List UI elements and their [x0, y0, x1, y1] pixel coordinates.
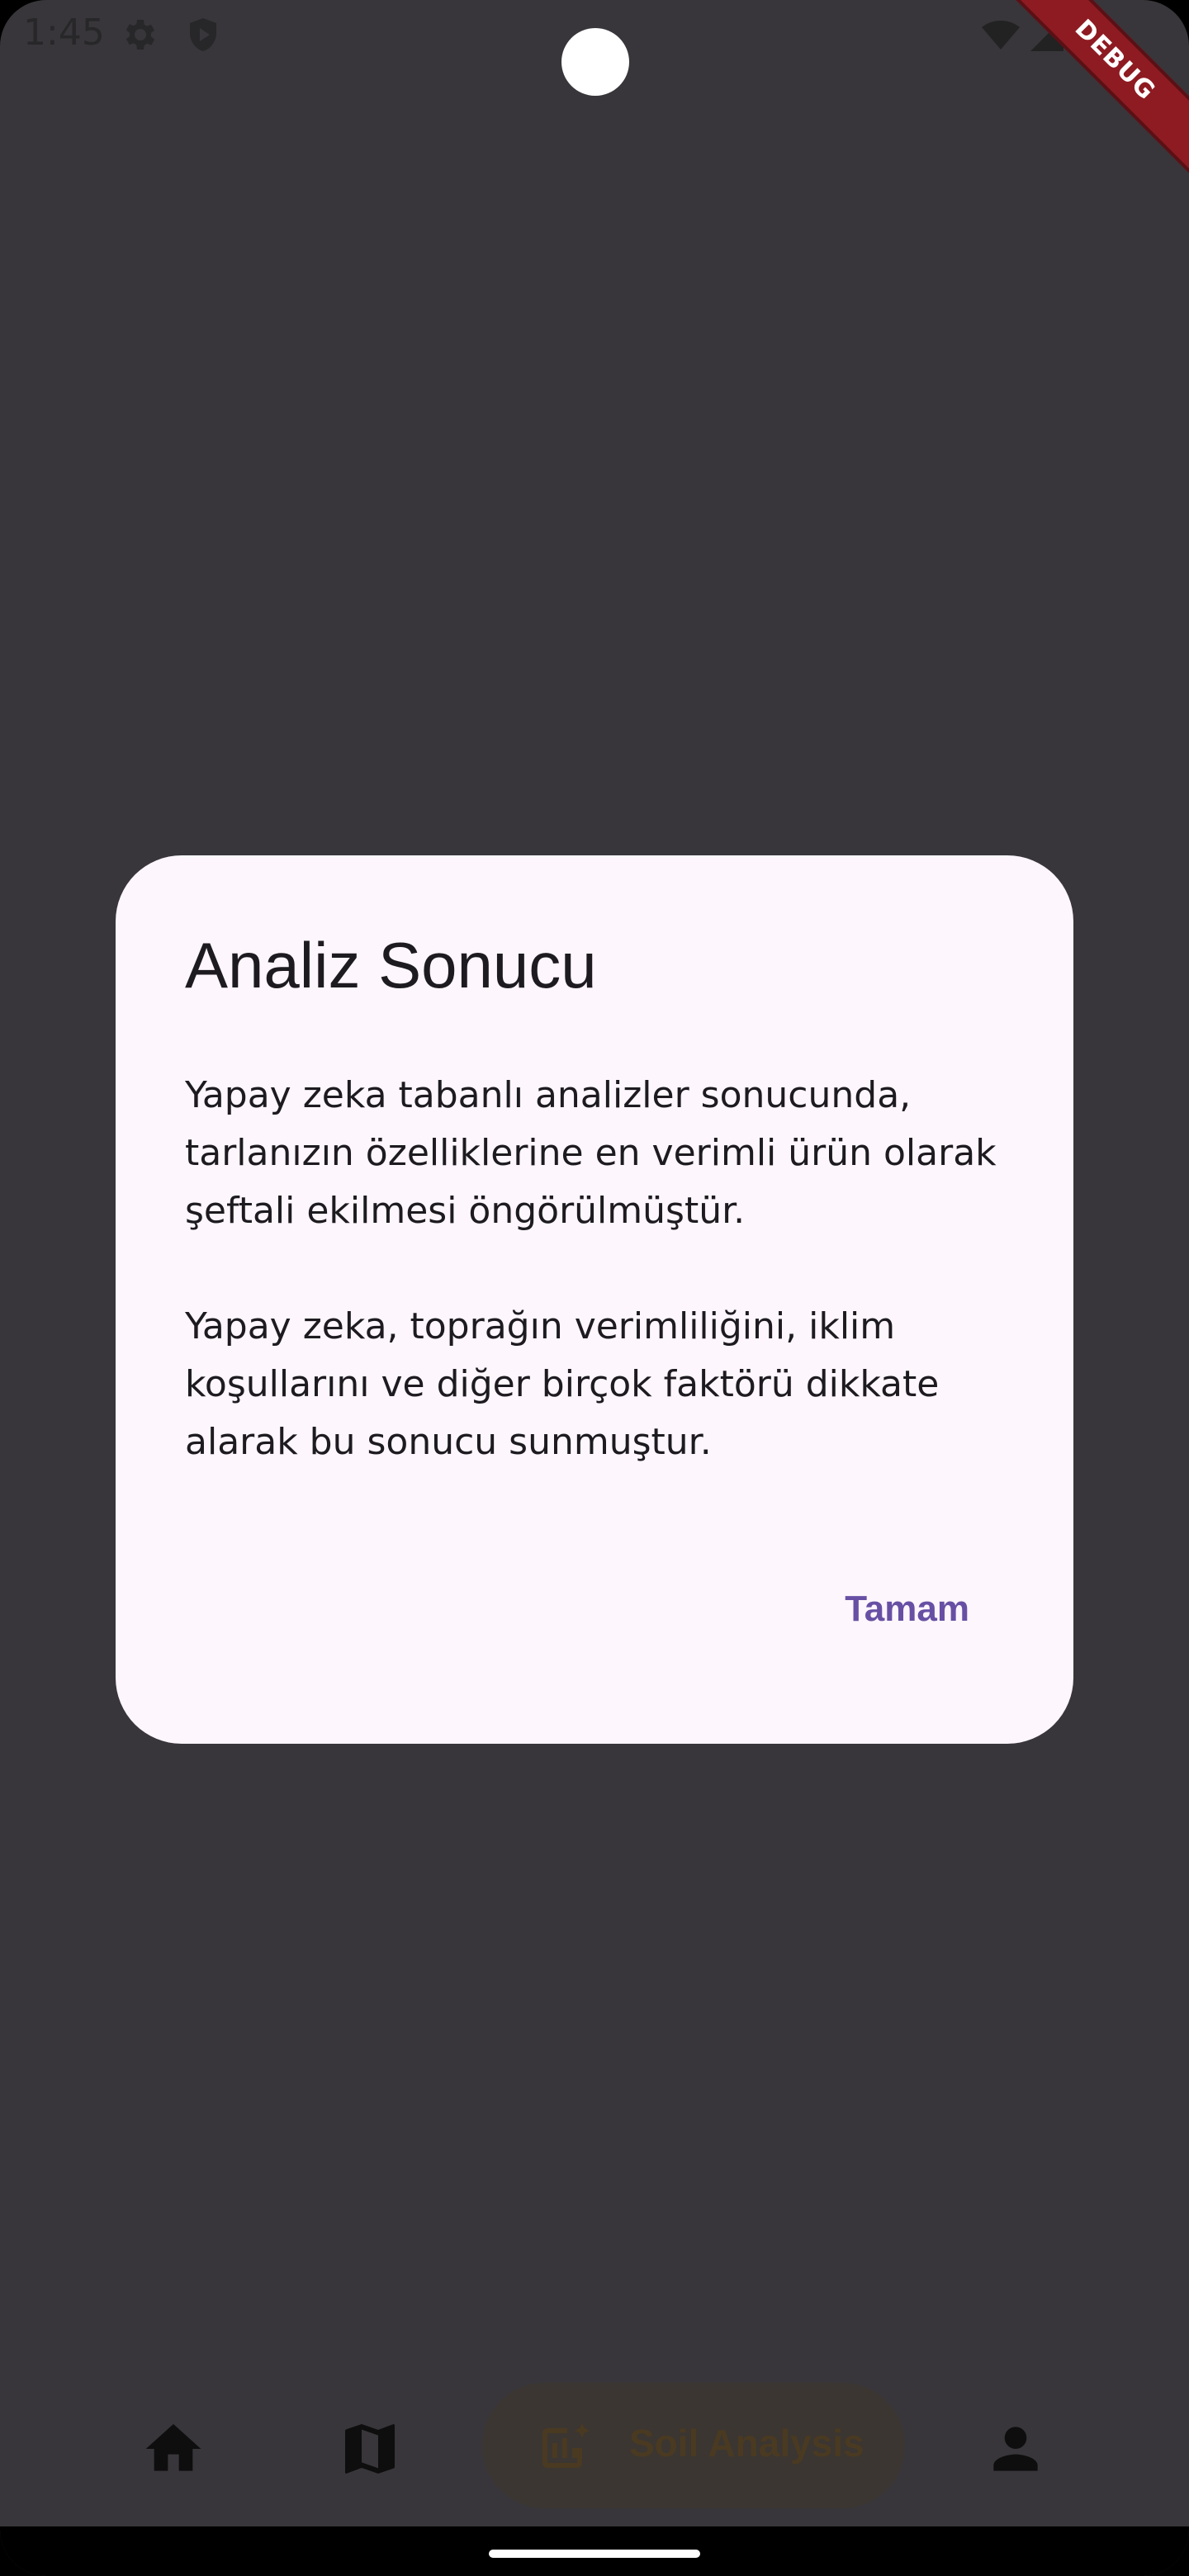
- dialog-paragraph: Yapay zeka, toprağın verimliliğini, ikli…: [185, 1305, 940, 1463]
- nav-item-soil-analysis[interactable]: Soil Analysis: [482, 2383, 905, 2508]
- status-time: 1:45: [23, 12, 105, 54]
- ok-button[interactable]: Tamam: [836, 1582, 978, 1636]
- gear-icon: [126, 20, 155, 50]
- dialog-body: Yapay zeka tabanlı analizler sonucunda, …: [185, 1067, 1019, 1471]
- soil-analysis-icon: [542, 2423, 590, 2468]
- app-screen: 1:45 DEBUG Analiz Sonucu Yapay zeka taba…: [0, 0, 1189, 2576]
- dialog-paragraph: Yapay zeka tabanlı analizler sonucunda, …: [185, 1074, 997, 1232]
- analysis-result-dialog: Analiz Sonucu Yapay zeka tabanlı analizl…: [116, 855, 1073, 1744]
- map-icon[interactable]: [337, 2416, 403, 2482]
- gesture-navigation-area: [0, 2526, 1189, 2576]
- home-icon[interactable]: [140, 2416, 206, 2482]
- dialog-title: Analiz Sonucu: [185, 929, 597, 1002]
- home-gesture-bar[interactable]: [489, 2550, 700, 2558]
- wifi-icon: [982, 21, 1020, 50]
- person-icon[interactable]: [983, 2416, 1049, 2482]
- nav-item-label: Soil Analysis: [629, 2422, 865, 2465]
- camera-cutout: [561, 28, 629, 96]
- status-bar: 1:45: [0, 0, 1189, 96]
- shield-play-icon: [190, 18, 216, 51]
- bottom-navigation: Soil Analysis: [0, 2358, 1189, 2523]
